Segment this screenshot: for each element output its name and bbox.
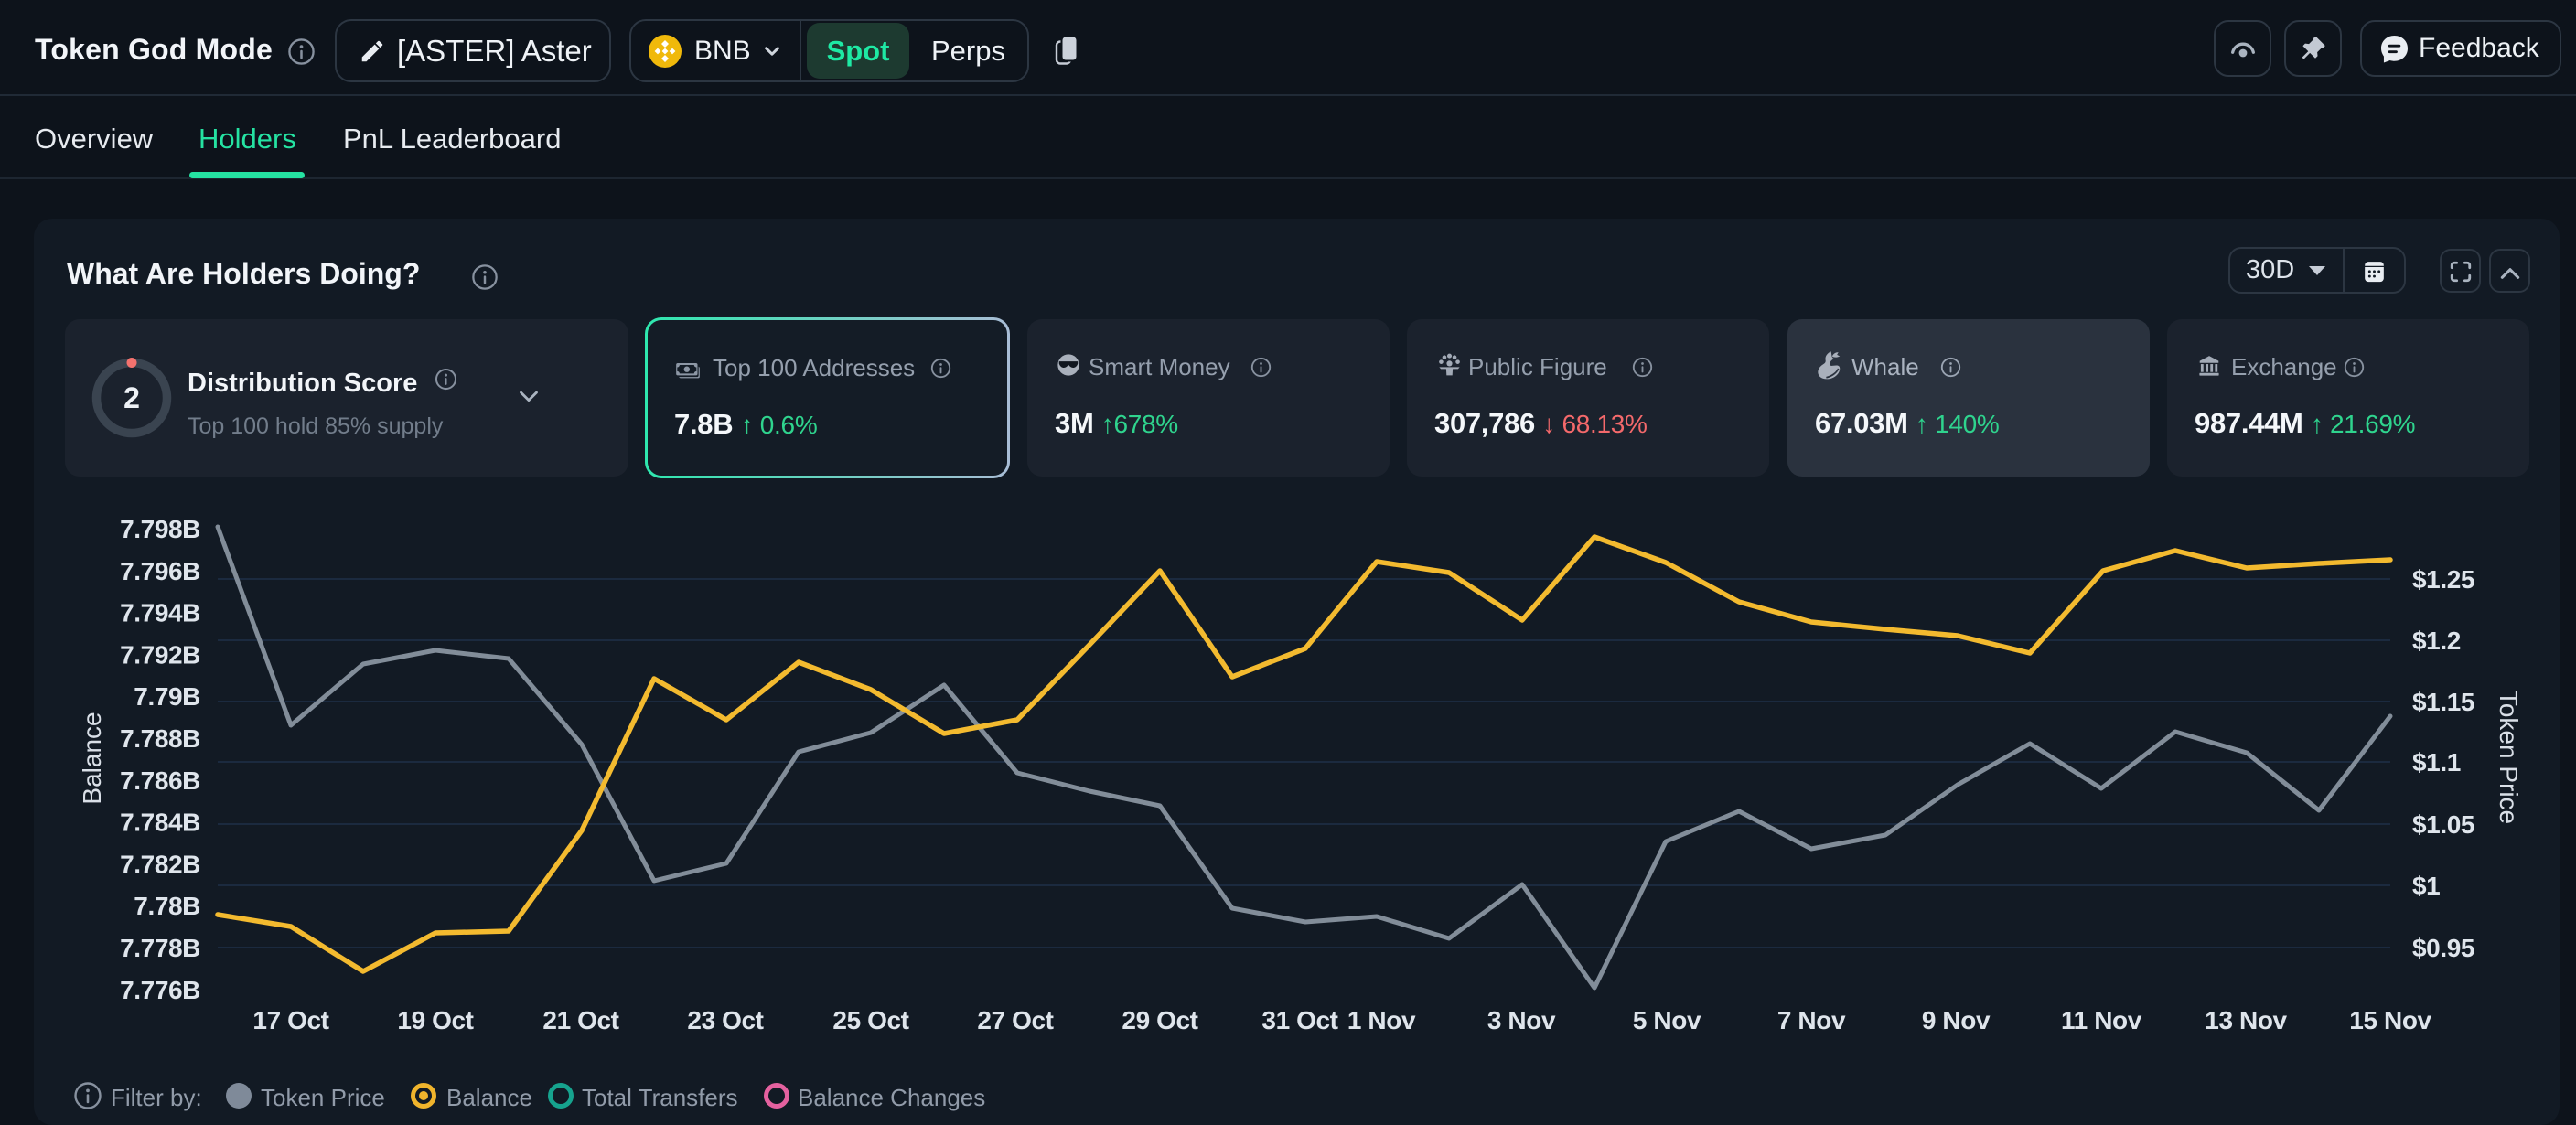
- svg-text:3 Nov: 3 Nov: [1487, 1006, 1556, 1034]
- svg-text:17 Oct: 17 Oct: [252, 1006, 328, 1034]
- svg-text:$1.1: $1.1: [2412, 748, 2461, 777]
- svg-text:$1: $1: [2412, 872, 2440, 900]
- svg-text:7.782B: 7.782B: [120, 850, 200, 878]
- svg-text:$0.95: $0.95: [2412, 934, 2474, 962]
- svg-text:7.78B: 7.78B: [134, 892, 200, 920]
- svg-text:7.796B: 7.796B: [120, 557, 200, 585]
- svg-text:$1.25: $1.25: [2412, 565, 2474, 594]
- svg-text:13 Nov: 13 Nov: [2205, 1006, 2287, 1034]
- svg-text:Token Price: Token Price: [2495, 691, 2523, 824]
- svg-text:11 Nov: 11 Nov: [2061, 1006, 2142, 1034]
- svg-text:21 Oct: 21 Oct: [542, 1006, 618, 1034]
- svg-text:19 Oct: 19 Oct: [397, 1006, 473, 1034]
- svg-text:29 Oct: 29 Oct: [1122, 1006, 1197, 1034]
- svg-text:31 Oct: 31 Oct: [1261, 1006, 1337, 1034]
- svg-text:$1.05: $1.05: [2412, 810, 2474, 839]
- svg-text:$1.2: $1.2: [2412, 627, 2461, 655]
- svg-text:7.786B: 7.786B: [120, 766, 200, 795]
- svg-text:$1.15: $1.15: [2412, 688, 2474, 716]
- svg-text:7.794B: 7.794B: [120, 599, 200, 627]
- svg-text:7.798B: 7.798B: [120, 515, 200, 543]
- svg-text:7 Nov: 7 Nov: [1777, 1006, 1846, 1034]
- svg-text:9 Nov: 9 Nov: [1922, 1006, 1991, 1034]
- svg-text:27 Oct: 27 Oct: [977, 1006, 1053, 1034]
- svg-text:7.778B: 7.778B: [120, 934, 200, 962]
- svg-text:7.79B: 7.79B: [134, 682, 200, 711]
- svg-text:7.784B: 7.784B: [120, 809, 200, 837]
- svg-text:Balance: Balance: [78, 712, 106, 804]
- svg-text:7.788B: 7.788B: [120, 724, 200, 753]
- svg-text:25 Oct: 25 Oct: [832, 1006, 908, 1034]
- svg-text:7.776B: 7.776B: [120, 976, 200, 1004]
- svg-text:1 Nov: 1 Nov: [1347, 1006, 1416, 1034]
- svg-text:7.792B: 7.792B: [120, 640, 200, 669]
- svg-text:23 Oct: 23 Oct: [687, 1006, 763, 1034]
- svg-text:5 Nov: 5 Nov: [1633, 1006, 1701, 1034]
- svg-text:15 Nov: 15 Nov: [2349, 1006, 2431, 1034]
